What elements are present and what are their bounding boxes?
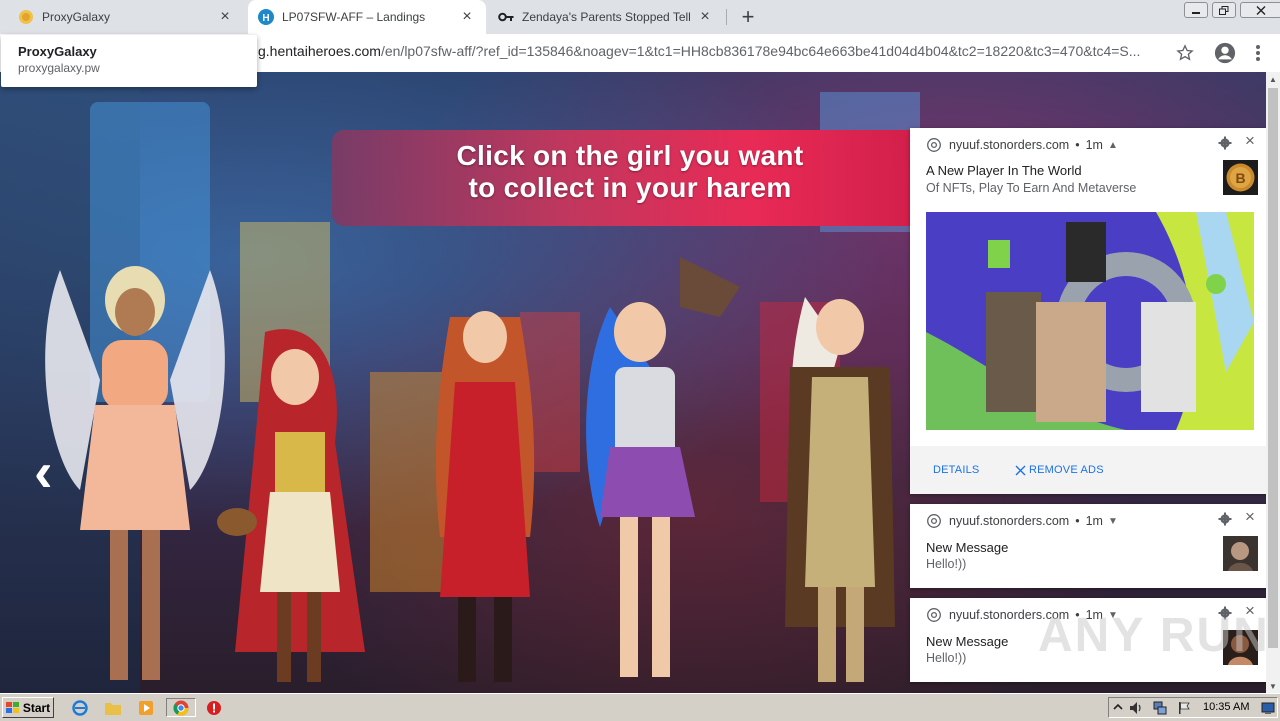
menu-button[interactable] (1247, 42, 1269, 64)
notification-message-1[interactable]: nyuuf.stonorders.com • 1m ▼ × New Messag… (910, 504, 1269, 588)
tab-title: LP07SFW-AFF – Landings (282, 10, 426, 24)
character-red-dress[interactable] (420, 297, 550, 692)
bookmark-star-button[interactable] (1174, 42, 1196, 64)
star-icon (1176, 44, 1194, 61)
notification-title: A New Player In The World (926, 163, 1082, 178)
tab-title: Zendaya's Parents Stopped Telling H (522, 10, 690, 24)
url-path: /en/lp07sfw-aff/?ref_id=135846&noagev=1&… (380, 43, 1141, 59)
notification-body: Hello!)) (926, 557, 967, 571)
banner-heading: Click on the girl you want to collect in… (440, 140, 820, 204)
separator-dot: • (1075, 138, 1080, 152)
tab-close-button[interactable]: × (696, 8, 714, 26)
tab-separator (726, 9, 727, 25)
avatar-photo-icon (1223, 536, 1258, 571)
close-icon (1015, 465, 1026, 475)
remove-ads-label: REMOVE ADS (1029, 464, 1104, 476)
notification-site: nyuuf.stonorders.com (949, 138, 1070, 152)
chevron-up-icon[interactable] (1113, 702, 1123, 712)
notification-header: nyuuf.stonorders.com • 1m ▲ (927, 138, 1118, 152)
new-tab-button[interactable]: + (736, 4, 760, 29)
chevron-up-icon[interactable]: ▲ (1108, 140, 1118, 151)
taskbar-clock: 10:35 AM (1203, 701, 1250, 713)
character-white-hair[interactable] (780, 287, 900, 692)
chrome-icon (927, 138, 941, 152)
svg-text:H: H (262, 13, 269, 24)
tab-close-button[interactable]: × (458, 8, 476, 26)
windows-logo-icon (5, 701, 19, 713)
page-scrollbar[interactable]: ▲ ▼ (1266, 72, 1280, 693)
notification-title: New Message (926, 634, 1009, 649)
windows-taskbar: Start 10:35 AM (0, 693, 1280, 721)
system-tray (1108, 697, 1278, 718)
minimize-button[interactable] (1184, 2, 1208, 18)
proxygalaxy-favicon (19, 10, 33, 24)
svg-text:B: B (1235, 170, 1245, 186)
tab-title: ProxyGalaxy (42, 10, 111, 24)
address-bar[interactable]: g.hentaiheroes.com/en/lp07sfw-aff/?ref_i… (258, 43, 1163, 59)
speaker-icon[interactable] (1129, 701, 1143, 715)
notification-header: nyuuf.stonorders.com • 1m ▼ (927, 514, 1118, 528)
details-button[interactable]: DETAILS (933, 464, 979, 476)
chrome-icon (173, 700, 189, 715)
notification-age: 1m (1085, 514, 1103, 528)
internet-explorer-icon[interactable] (70, 698, 90, 718)
flag-icon[interactable] (1177, 701, 1191, 715)
minimize-icon (1192, 12, 1200, 14)
kebab-menu-icon (1256, 45, 1260, 61)
notification-close-button[interactable]: × (1241, 507, 1259, 526)
start-button[interactable]: Start (2, 697, 54, 718)
notification-site: nyuuf.stonorders.com (949, 514, 1070, 528)
profile-button[interactable] (1214, 42, 1236, 64)
tab-strip: ProxyGalaxy × H LP07SFW-AFF – Landings ×… (0, 0, 1280, 34)
chrome-icon (927, 514, 941, 528)
restore-icon (1219, 5, 1229, 15)
notification-nft[interactable]: nyuuf.stonorders.com • 1m ▲ × A New Play… (910, 128, 1269, 494)
opera-icon[interactable] (204, 698, 224, 718)
notification-actions: DETAILS REMOVE ADS (910, 446, 1269, 494)
notification-age: 1m (1085, 138, 1103, 152)
character-blue-hair[interactable] (570, 247, 745, 692)
notification-body: Of NFTs, Play To Earn And Metaverse (926, 181, 1137, 195)
hentaiheroes-favicon: H (258, 9, 274, 25)
show-desktop-icon[interactable] (1261, 701, 1275, 715)
tab-hover-card: ProxyGalaxy proxygalaxy.pw (1, 35, 257, 87)
banner-line-2: to collect in your harem (468, 172, 792, 203)
banner-line-1: Click on the girl you want (456, 140, 804, 171)
close-icon (1256, 5, 1266, 15)
key-icon (498, 12, 514, 22)
chrome-icon (927, 608, 941, 622)
tab-zendaya[interactable]: Zendaya's Parents Stopped Telling H × (488, 0, 724, 34)
scroll-down-icon[interactable]: ▼ (1266, 679, 1280, 693)
file-explorer-icon[interactable] (103, 698, 123, 718)
url-host: g.hentaiheroes.com (258, 43, 381, 59)
window-controls (1180, 2, 1280, 18)
notification-ad-image (926, 212, 1254, 430)
settings-gear-icon[interactable] (1218, 512, 1232, 526)
notification-close-button[interactable]: × (1241, 131, 1259, 150)
scroll-up-icon[interactable]: ▲ (1266, 72, 1280, 86)
account-icon (1214, 42, 1236, 64)
media-player-icon[interactable] (136, 698, 156, 718)
tab-close-button[interactable]: × (216, 8, 234, 26)
bitcoin-coin-icon: B (1223, 160, 1258, 195)
notification-title: New Message (926, 540, 1009, 555)
scrollbar-thumb[interactable] (1268, 88, 1278, 648)
tab-landings[interactable]: H LP07SFW-AFF – Landings × (248, 0, 486, 34)
tab-proxygalaxy[interactable]: ProxyGalaxy × (8, 0, 244, 34)
remove-ads-button[interactable]: REMOVE ADS (1015, 464, 1104, 476)
network-icon[interactable] (1153, 701, 1167, 715)
notification-body: Hello!)) (926, 651, 967, 665)
start-label: Start (22, 700, 51, 715)
close-window-button[interactable] (1240, 2, 1280, 18)
restore-button[interactable] (1212, 2, 1236, 18)
separator-dot: • (1075, 514, 1080, 528)
settings-gear-icon[interactable] (1218, 136, 1232, 150)
character-red-hood[interactable] (215, 322, 375, 692)
watermark-text: ANY RUN (1038, 609, 1270, 662)
chevron-down-icon[interactable]: ▼ (1108, 516, 1118, 527)
character-angel[interactable] (40, 260, 230, 690)
chrome-taskbar-button[interactable] (166, 698, 196, 717)
tab-card-title: ProxyGalaxy (18, 44, 97, 59)
tab-card-url: proxygalaxy.pw (18, 61, 100, 75)
